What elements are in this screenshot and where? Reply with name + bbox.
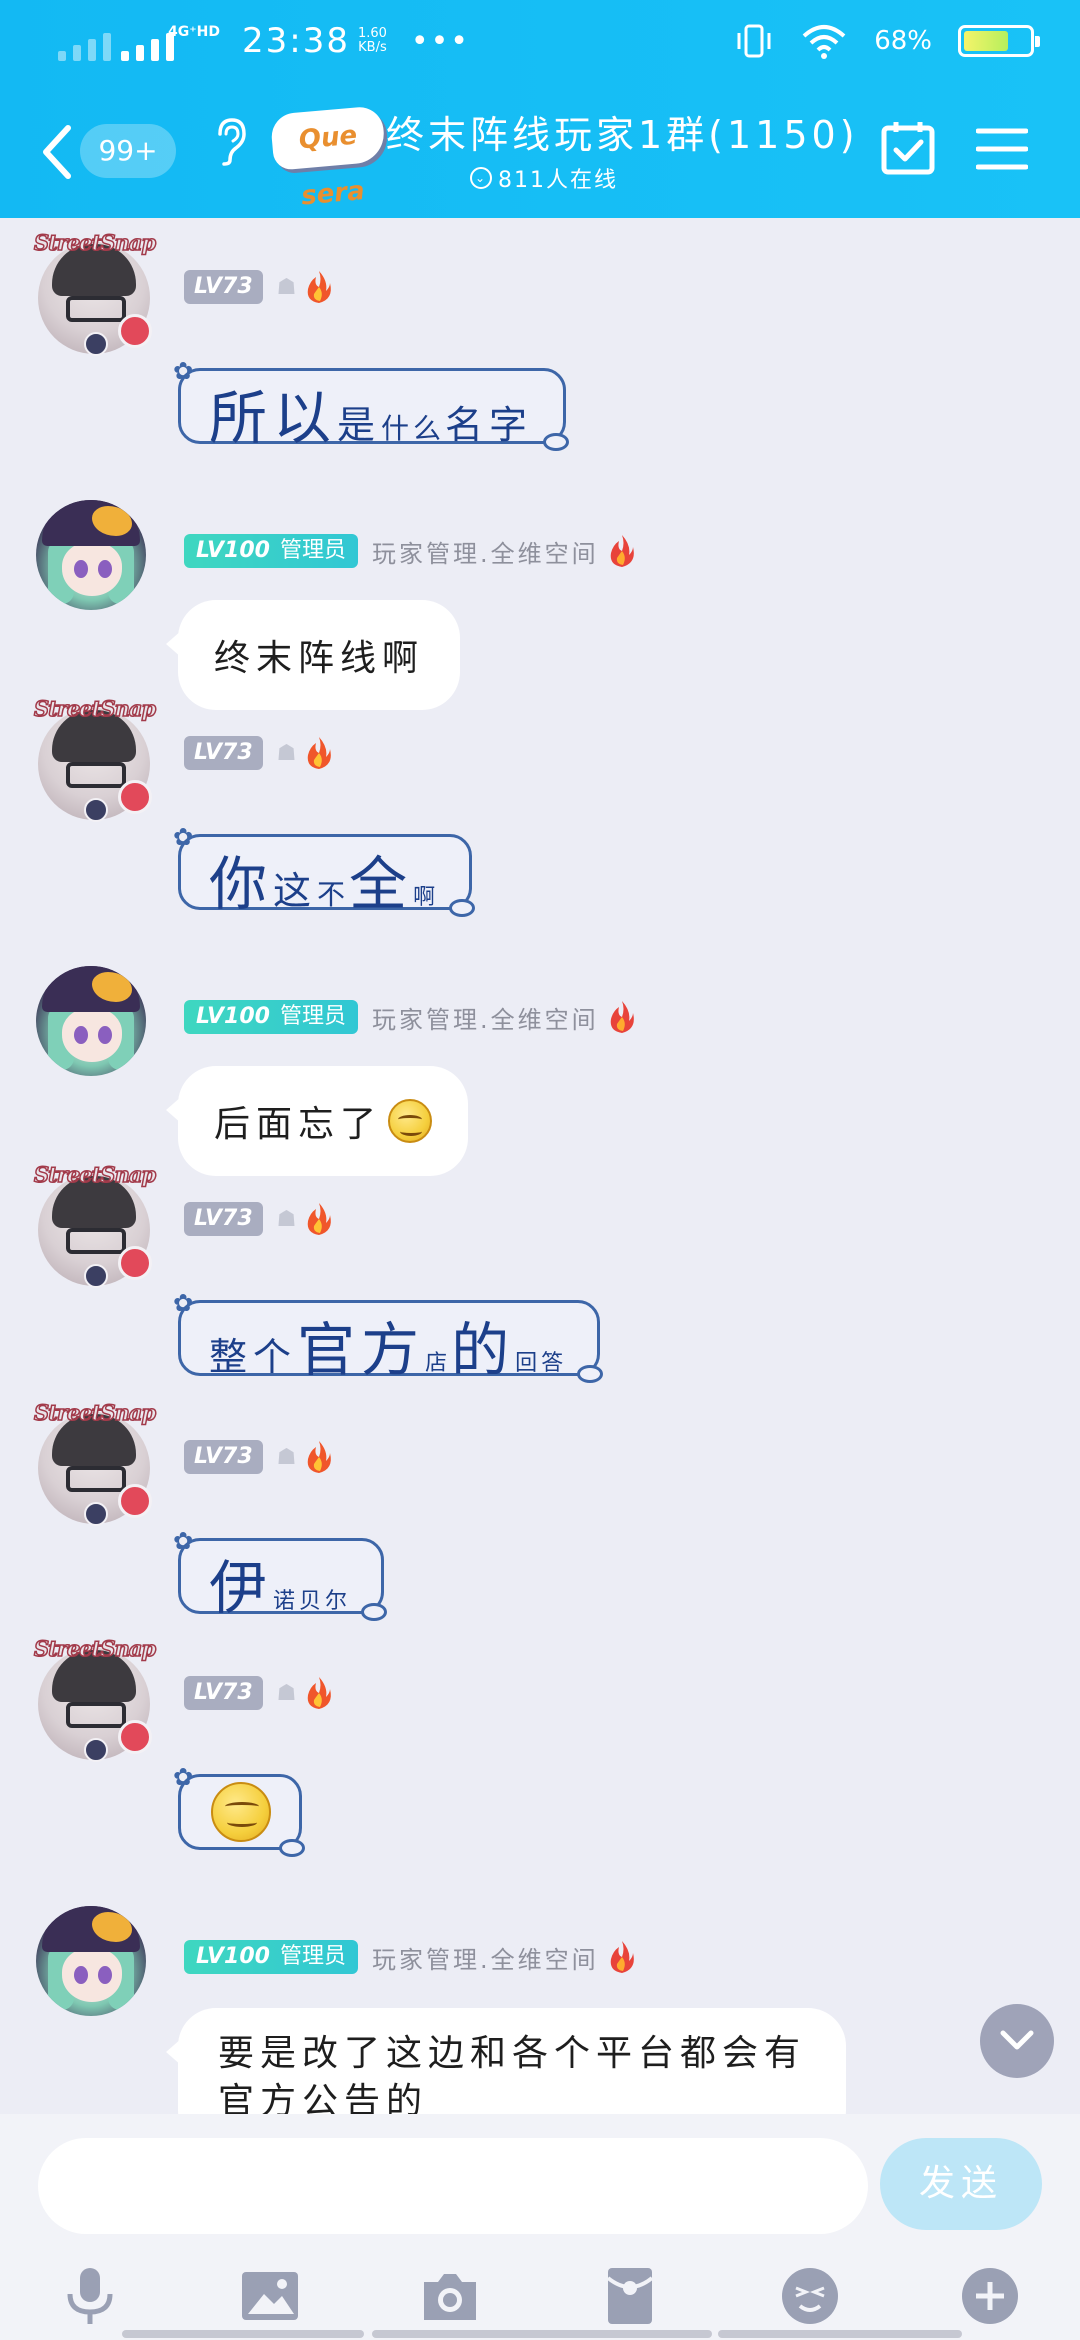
ear-icon[interactable]	[212, 116, 248, 166]
unread-count-badge[interactable]: 99+	[80, 124, 176, 178]
group-logo: Que sera	[269, 105, 387, 211]
send-button[interactable]: 发送	[880, 2138, 1042, 2230]
level-badge: LV73	[184, 736, 263, 770]
avatar[interactable]: StreetSnap	[33, 1399, 157, 1530]
admin-badge: LV100 管理员	[184, 1940, 358, 1974]
sender-meta: LV100 管理员 玩家管理.全维空间	[184, 1000, 637, 1034]
level-badge: LV73	[184, 270, 263, 304]
message-bubble[interactable]: ✿ 伊 诺贝尔	[173, 1529, 388, 1622]
message-bubble[interactable]: ✿ 所以 是 什么 名字	[173, 359, 570, 452]
flame-icon	[610, 1001, 634, 1033]
avatar[interactable]: StreetSnap	[33, 229, 157, 360]
calendar-check-icon[interactable]	[880, 120, 936, 176]
admin-badge: LV100 管理员	[184, 1000, 358, 1034]
status-time: 23:38	[241, 21, 350, 61]
flame-icon	[308, 1441, 332, 1473]
flame-icon	[308, 1677, 332, 1709]
bun-decoration-icon	[449, 899, 476, 917]
scroll-to-bottom-button[interactable]	[980, 2004, 1054, 2078]
sender-meta: LV73 ☗	[184, 1440, 334, 1474]
network-type: 4G⁺HD	[168, 24, 220, 40]
flower-icon: ✿	[173, 1289, 194, 1317]
message-bubble[interactable]: 终末阵线啊	[165, 600, 461, 710]
wifi-icon	[802, 25, 846, 59]
admin-badge: LV100 管理员	[184, 534, 358, 568]
red-packet-icon[interactable]	[598, 2264, 662, 2328]
medal-icon: ☗	[276, 740, 297, 766]
message-bubble[interactable]: ✿	[173, 1765, 305, 1857]
battery-icon	[958, 25, 1040, 57]
signal-sim2-icon	[58, 21, 111, 61]
menu-icon[interactable]	[976, 126, 1028, 172]
input-area: 发送	[0, 2114, 1080, 2340]
level-badge: LV73	[184, 1440, 263, 1474]
signal-sim1-icon	[121, 21, 174, 61]
back-arrow-icon[interactable]	[38, 122, 78, 182]
bun-decoration-icon	[543, 433, 570, 451]
status-more-icon: •••	[410, 23, 470, 59]
chevron-down-circle-icon: ⌄	[470, 167, 492, 189]
battery-level	[964, 31, 1008, 51]
chevron-down-icon	[1000, 2030, 1034, 2050]
microphone-icon[interactable]	[58, 2264, 122, 2328]
flame-icon	[308, 737, 332, 769]
message-input[interactable]	[38, 2138, 868, 2234]
flame-icon	[610, 1941, 634, 1973]
sender-meta: LV100 管理员 玩家管理.全维空间	[184, 534, 637, 568]
bun-decoration-icon	[361, 1603, 388, 1621]
flame-icon	[308, 271, 332, 303]
medal-icon: ☗	[276, 274, 297, 300]
plus-icon[interactable]	[958, 2264, 1022, 2328]
avatar[interactable]	[36, 966, 146, 1076]
avatar[interactable]	[36, 1906, 146, 2016]
flower-icon: ✿	[173, 357, 194, 385]
bun-decoration-icon	[577, 1365, 604, 1383]
network-speed: 1.60 KB/s	[357, 26, 387, 55]
image-icon[interactable]	[238, 2264, 302, 2328]
medal-icon: ☗	[276, 1444, 297, 1470]
smirk-emoji-icon	[211, 1782, 271, 1842]
member-title: 玩家管理.全维空间	[371, 1945, 599, 1974]
member-title: 玩家管理.全维空间	[371, 1005, 599, 1034]
sender-meta: LV73 ☗	[184, 1676, 334, 1710]
sender-meta: LV73 ☗	[184, 270, 334, 304]
sender-meta: LV73 ☗	[184, 736, 334, 770]
battery-percent: 68%	[874, 26, 932, 56]
avatar[interactable]: StreetSnap	[33, 1635, 157, 1766]
online-count[interactable]: ⌄ 811人在线	[470, 162, 618, 194]
smirk-emoji-icon	[388, 1099, 433, 1143]
member-title: 玩家管理.全维空间	[371, 539, 599, 568]
avatar[interactable]: StreetSnap	[33, 1161, 157, 1292]
avatar[interactable]: StreetSnap	[33, 695, 157, 826]
vibrate-icon	[737, 24, 771, 58]
level-badge: LV73	[184, 1202, 263, 1236]
chat-message-list[interactable]: StreetSnap LV73 ☗ ✿ 所以 是 什么 名字 LV100 管理员…	[0, 218, 1080, 2148]
flower-icon: ✿	[173, 1527, 194, 1555]
flame-icon	[308, 1203, 332, 1235]
status-bar: 4G⁺HD 23:38 1.60 KB/s ••• 68%	[0, 0, 1080, 82]
top-header: 4G⁺HD 23:38 1.60 KB/s ••• 68% 99+ Que se…	[0, 0, 1080, 218]
medal-icon: ☗	[276, 1680, 297, 1706]
gesture-bar	[122, 2330, 364, 2338]
gesture-bar	[372, 2330, 712, 2338]
flower-icon: ✿	[173, 1763, 194, 1791]
emoji-icon[interactable]	[778, 2264, 842, 2328]
chat-nav-bar: 99+ Que sera 终末阵线玩家1群(1150) ⌄ 811人在线	[0, 82, 1080, 218]
sender-meta: LV73 ☗	[184, 1202, 334, 1236]
input-toolbar	[0, 2264, 1080, 2340]
message-bubble[interactable]: ✿ 你 这 不 全 啊	[173, 825, 476, 918]
bun-decoration-icon	[279, 1839, 305, 1857]
gesture-bar	[718, 2330, 962, 2338]
group-title[interactable]: 终末阵线玩家1群(1150)	[386, 104, 859, 159]
flower-icon: ✿	[173, 823, 194, 851]
message-bubble[interactable]: ✿ 整 个 官 方 店 的 回答	[173, 1291, 604, 1384]
flame-icon	[610, 535, 634, 567]
sender-meta: LV100 管理员 玩家管理.全维空间	[184, 1940, 637, 1974]
medal-icon: ☗	[276, 1206, 297, 1232]
level-badge: LV73	[184, 1676, 263, 1710]
camera-icon[interactable]	[418, 2264, 482, 2328]
avatar[interactable]	[36, 500, 146, 610]
message-bubble[interactable]: 后面忘了	[165, 1066, 469, 1176]
